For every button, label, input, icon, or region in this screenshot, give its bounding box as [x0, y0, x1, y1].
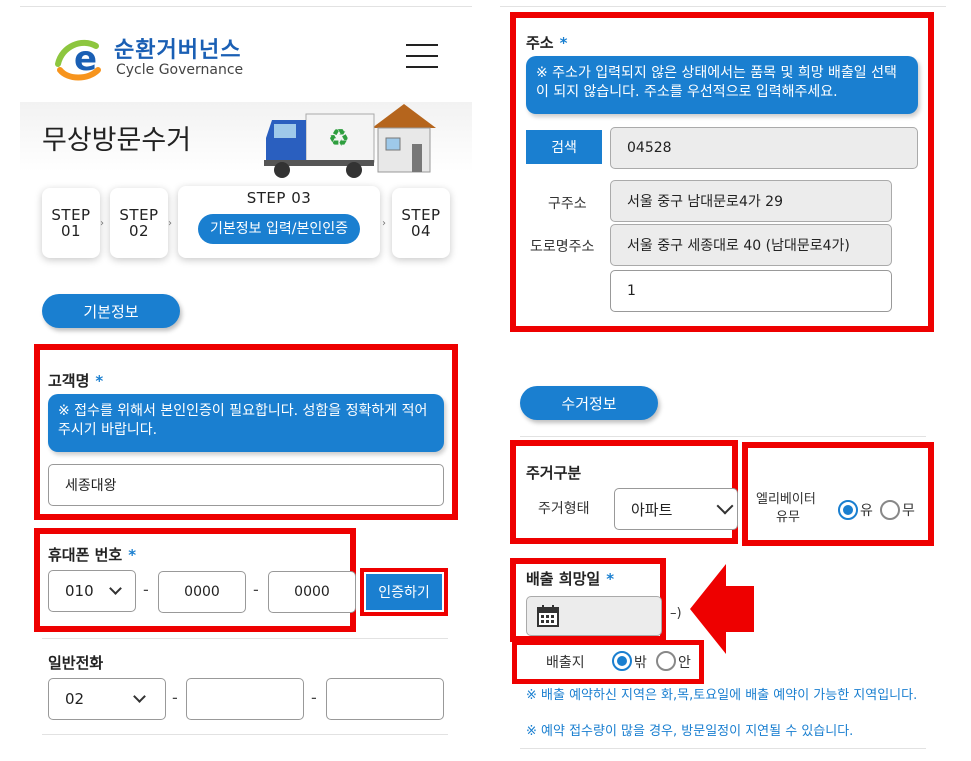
mobile-last-input[interactable]: 0000: [268, 571, 356, 613]
road-address-field: 서울 중구 세종대로 40 (남대문로4가): [610, 224, 892, 266]
phone-mid-input[interactable]: [186, 678, 304, 720]
elevator-yes-radio[interactable]: [838, 500, 858, 520]
svg-text:♻: ♻: [328, 124, 350, 152]
elevator-label-2: 유무: [776, 510, 800, 525]
svg-text:e: e: [74, 39, 97, 79]
step-02: STEP 02: [110, 188, 168, 258]
step-01: STEP 01: [42, 188, 100, 258]
old-address-field: 서울 중구 남대문로4가 29: [610, 180, 892, 222]
zipcode-field: 04528: [610, 127, 918, 169]
info-note-1: ※ 배출 예약하신 지역은 화,목,토요일에 배출 예약이 가능한 지역입니다.: [526, 688, 918, 703]
hamburger-menu-icon[interactable]: [406, 44, 438, 70]
customer-name-label: 고객명 *: [48, 372, 104, 390]
address-search-button[interactable]: 검색: [526, 130, 602, 164]
elevator-no-radio[interactable]: [880, 500, 900, 520]
date-picker[interactable]: [526, 596, 662, 636]
road-address-label: 도로명주소: [530, 239, 595, 255]
chevron-down-icon: [716, 497, 734, 515]
step-03: STEP 03 기본정보 입력/본인인증: [178, 186, 380, 258]
logo[interactable]: e 순환거버넌스 Cycle Governance: [52, 32, 252, 82]
address-detail-input[interactable]: 1: [610, 270, 892, 312]
date-suffix: –): [670, 606, 682, 621]
housing-label: 주거구분: [526, 464, 582, 482]
logo-english: Cycle Governance: [116, 62, 244, 78]
old-address-label: 구주소: [548, 196, 587, 212]
section-pickup-info-tab[interactable]: 수거정보: [520, 386, 658, 420]
date-label: 배출 희망일 *: [526, 570, 615, 588]
logo-icon: e: [55, 39, 101, 81]
step-03-title: STEP 03: [246, 189, 312, 207]
logo-korean: 순환거버넌스: [114, 38, 242, 63]
phone-label: 일반전화: [48, 654, 104, 672]
phone-last-input[interactable]: [326, 678, 444, 720]
phone-prefix-select[interactable]: 02: [48, 678, 166, 720]
verify-button[interactable]: 인증하기: [366, 574, 442, 610]
section-basic-info-tab[interactable]: 기본정보: [42, 294, 180, 328]
customer-name-notice: ※ 접수를 위해서 본인인증이 필요합니다. 성함을 정확하게 적어주시기 바랍…: [48, 394, 444, 452]
address-label: 주소 *: [526, 34, 568, 52]
page-title: 무상방문수거: [42, 125, 192, 156]
elevator-label: 엘리베이터: [756, 492, 816, 507]
step-chevron-icon: ›: [382, 218, 386, 229]
chevron-down-icon: [109, 582, 122, 595]
address-notice: ※ 주소가 입력되지 않은 상태에서는 품목 및 희망 배출일 선택이 되지 않…: [526, 56, 918, 114]
customer-name-input[interactable]: 세종대왕: [48, 464, 444, 506]
housing-type-select[interactable]: 아파트: [614, 488, 738, 530]
calendar-icon: [537, 605, 559, 627]
info-note-2: ※ 예약 접수량이 많을 경우, 방문일정이 지연될 수 있습니다.: [526, 724, 854, 739]
truck-house-illustration: ♻: [264, 104, 436, 178]
mobile-label: 휴대폰 번호 *: [48, 546, 137, 564]
location-inside-radio[interactable]: [656, 651, 676, 671]
chevron-down-icon: [133, 690, 146, 703]
step-chevron-icon: ›: [100, 218, 104, 229]
mobile-prefix-select[interactable]: 010: [48, 570, 136, 612]
step-03-label: 기본정보 입력/본인인증: [198, 214, 360, 244]
location-outside-radio[interactable]: [612, 651, 632, 671]
housing-type-label: 주거형태: [538, 501, 590, 517]
step-04: STEP 04: [392, 188, 450, 258]
mobile-mid-input[interactable]: 0000: [158, 571, 246, 613]
step-chevron-icon: ›: [168, 218, 172, 229]
location-label: 배출지: [546, 655, 585, 671]
